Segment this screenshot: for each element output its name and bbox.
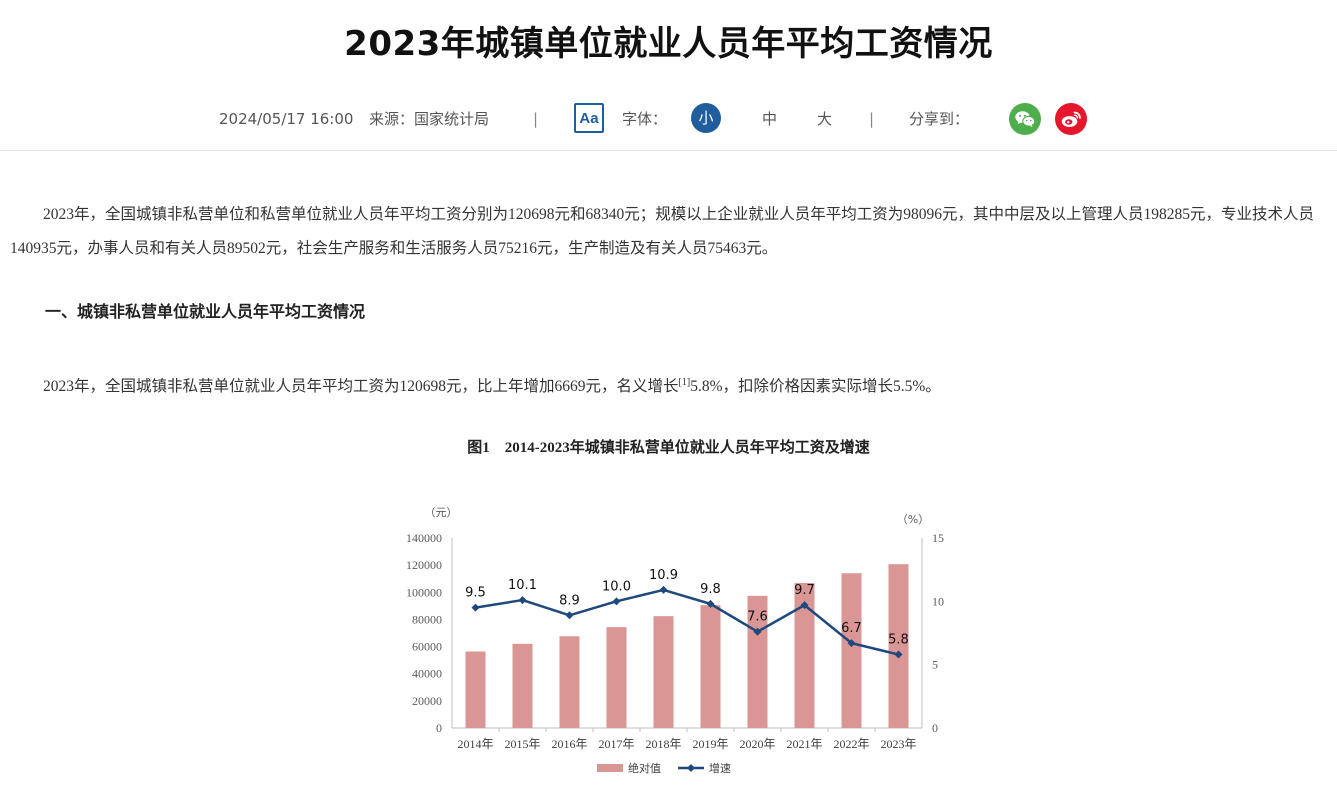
left-tick-label: 40000: [412, 667, 442, 681]
x-category-label: 2018年: [645, 737, 681, 751]
growth-rate-label: 9.7: [794, 583, 815, 598]
growth-rate-point: [659, 585, 668, 594]
x-category-label: 2016年: [551, 737, 587, 751]
x-category-label: 2019年: [692, 737, 728, 751]
x-category-label: 2014年: [457, 737, 493, 751]
salary-growth-chart: 0 20000 40000 60000 80000 100000 120000 140000 0…: [406, 506, 944, 775]
salary-bar: [559, 636, 580, 728]
growth-rate-point: [565, 611, 574, 620]
growth-rate-label: 9.5: [465, 586, 486, 601]
growth-rate-point: [471, 603, 480, 612]
right-axis-unit: （%）: [897, 513, 929, 526]
right-tick-label: 0: [932, 721, 938, 735]
x-category-label: 2022年: [833, 737, 869, 751]
legend-bar-swatch: [597, 764, 623, 772]
growth-rate-label: 5.8: [888, 633, 909, 648]
growth-rate-label: 10.9: [649, 568, 678, 583]
x-category-label: 2020年: [739, 737, 775, 751]
left-tick-label: 140000: [406, 531, 442, 545]
growth-rate-label: 6.7: [841, 621, 862, 636]
growth-rate-point: [518, 596, 527, 605]
growth-rate-line: [475, 588, 899, 656]
left-tick-label: 60000: [412, 640, 442, 654]
left-tick-label: 20000: [412, 694, 442, 708]
salary-bar: [700, 605, 721, 728]
left-axis-unit: （元）: [425, 506, 458, 519]
salary-bar: [841, 573, 862, 728]
salary-bar: [653, 616, 674, 728]
growth-rate-label: 9.8: [700, 582, 721, 597]
growth-rate-point: [612, 597, 621, 606]
legend-bar-label: 绝对值: [628, 761, 661, 775]
legend-line-label: 增速: [709, 761, 731, 775]
x-category-label: 2015年: [504, 737, 540, 751]
growth-rate-label: 8.9: [559, 593, 580, 608]
x-category-label: 2021年: [786, 737, 822, 751]
growth-rate-label: 7.6: [747, 610, 768, 625]
salary-bar: [465, 651, 486, 728]
x-category-label: 2023年: [880, 737, 916, 751]
right-tick-label: 10: [932, 594, 944, 608]
growth-rate-label: 10.1: [508, 578, 537, 593]
x-category-label: 2017年: [598, 737, 634, 751]
right-tick-label: 5: [932, 658, 938, 672]
left-tick-label: 80000: [412, 612, 442, 626]
chart-area: 0 20000 40000 60000 80000 100000 120000 140000 0…: [0, 0, 1337, 791]
left-tick-label: 0: [436, 721, 442, 735]
legend-line-marker: [687, 764, 695, 772]
right-tick-label: 15: [932, 531, 944, 545]
left-tick-label: 120000: [406, 558, 442, 572]
salary-bar: [512, 643, 533, 728]
left-tick-label: 100000: [406, 585, 442, 599]
salary-bar: [606, 627, 627, 728]
growth-rate-label: 10.0: [602, 579, 631, 594]
